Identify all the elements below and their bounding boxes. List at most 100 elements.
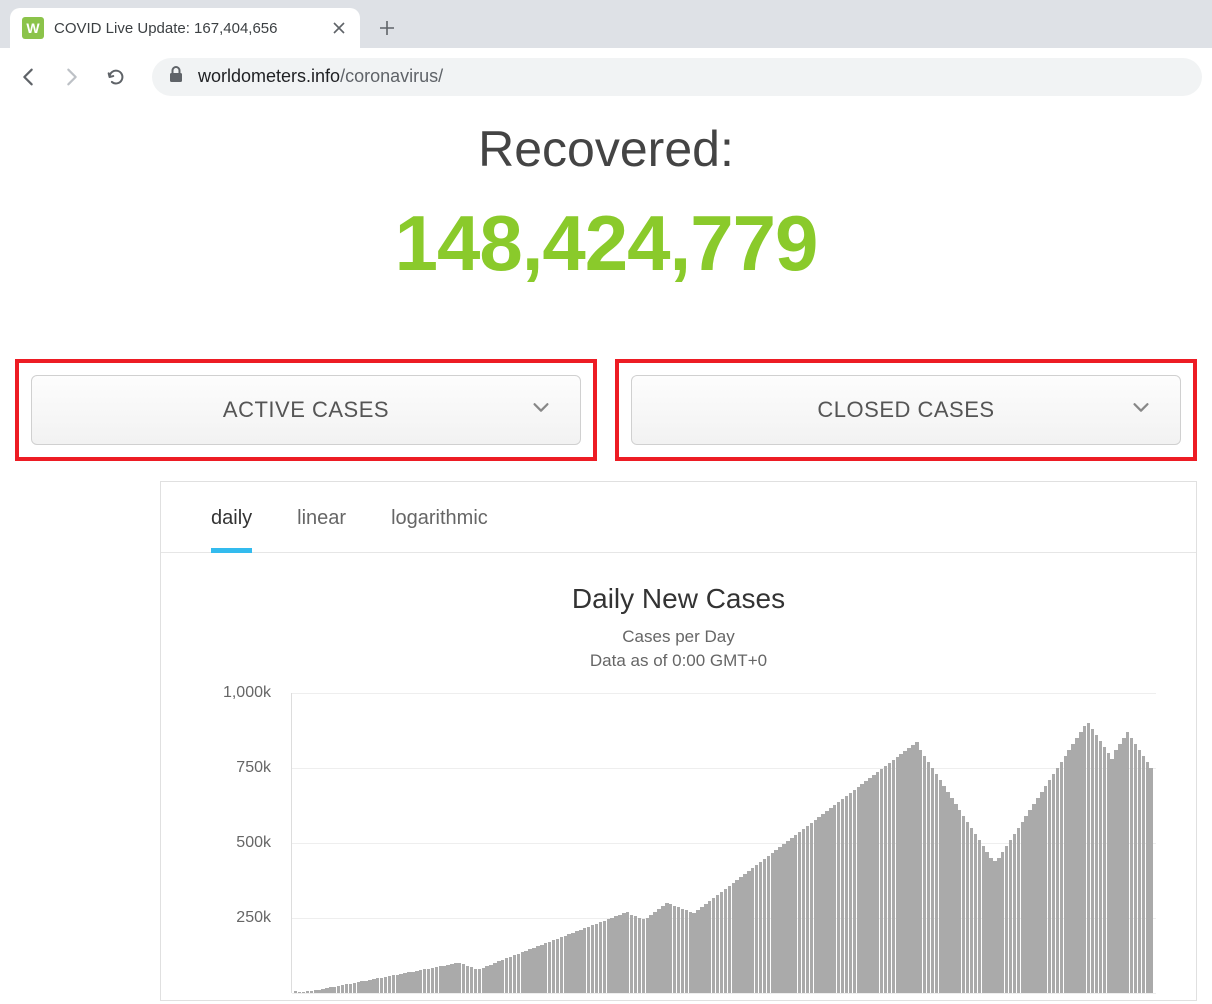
chart-bar	[548, 942, 551, 993]
close-icon[interactable]	[330, 19, 348, 37]
chart-bar	[985, 852, 988, 993]
gridline	[292, 993, 1156, 994]
chart-bar	[345, 984, 348, 992]
chart-bar	[790, 838, 793, 993]
chart-bar	[806, 826, 809, 993]
chart-bar	[1060, 762, 1063, 993]
chart-bar	[1110, 759, 1113, 993]
chart-bar	[478, 969, 481, 992]
chart-bar	[794, 835, 797, 993]
recovered-value: 148,424,779	[0, 198, 1212, 289]
chart-bar	[575, 931, 578, 993]
chart-bar	[396, 975, 399, 993]
chart-bar	[860, 784, 863, 993]
chart-bar	[939, 780, 942, 993]
chart-bar	[294, 991, 297, 993]
chart-bar	[892, 760, 895, 993]
chart-bar	[474, 969, 477, 993]
chart-bar	[638, 918, 641, 993]
tab-daily[interactable]: daily	[211, 507, 252, 553]
highlight-closed-cases: CLOSED CASES	[615, 359, 1197, 461]
chart-bar	[712, 898, 715, 993]
chart-bar	[825, 811, 828, 993]
chart-bar	[993, 861, 996, 993]
active-cases-button[interactable]: ACTIVE CASES	[31, 375, 581, 445]
y-tick-label: 750k	[236, 759, 271, 777]
chart-bar	[1130, 738, 1133, 993]
chart-bar	[1013, 834, 1016, 993]
chart-bar	[1064, 756, 1067, 993]
forward-button[interactable]	[54, 59, 90, 95]
chart-plot[interactable]	[291, 693, 1156, 993]
chart-bar	[610, 918, 613, 993]
browser-toolbar: worldometers.info/coronavirus/	[0, 48, 1212, 105]
chart-bar	[634, 916, 637, 993]
y-tick-label: 250k	[236, 909, 271, 927]
chart-bar	[1122, 738, 1125, 993]
favicon-icon: W	[22, 17, 44, 39]
chart-bar	[392, 975, 395, 992]
chart-bar	[923, 756, 926, 993]
chart-bar	[1052, 774, 1055, 993]
chart-bar	[700, 907, 703, 993]
chart-bar	[868, 778, 871, 993]
chart-bar	[876, 772, 879, 993]
chart-bar	[591, 925, 594, 993]
tab-logarithmic[interactable]: logarithmic	[391, 507, 488, 552]
chart-bar	[724, 889, 727, 993]
back-button[interactable]	[10, 59, 46, 95]
tab-title: COVID Live Update: 167,404,656	[54, 20, 320, 37]
chart-bar	[532, 948, 535, 993]
chart-bar	[935, 774, 938, 993]
chart-bar	[1146, 762, 1149, 993]
chart-bar	[607, 919, 610, 993]
chart-bar	[907, 748, 910, 993]
chart-bar	[982, 846, 985, 993]
chart-bar	[751, 868, 754, 993]
chart-subtitle-line2: Data as of 0:00 GMT+0	[590, 651, 767, 670]
chart-bar	[782, 844, 785, 993]
chart-bar	[544, 943, 547, 993]
chart-area: 1,000k 750k 500k 250k	[201, 693, 1166, 993]
lock-icon	[168, 65, 184, 88]
chart-bar	[560, 937, 563, 993]
tab-linear[interactable]: linear	[297, 507, 346, 552]
chart-bar	[997, 858, 1000, 993]
chart-bar	[677, 907, 680, 993]
browser-tab[interactable]: W COVID Live Update: 167,404,656	[10, 8, 360, 48]
chart-bar	[567, 934, 570, 993]
new-tab-button[interactable]	[370, 11, 404, 45]
chart-bar	[778, 847, 781, 993]
chart-bar	[829, 808, 832, 993]
chart-bar	[482, 968, 485, 993]
chart-bar	[470, 967, 473, 993]
chart-bar	[978, 840, 981, 993]
chart-bar	[1149, 768, 1152, 993]
reload-button[interactable]	[98, 59, 134, 95]
chart-bar	[1040, 792, 1043, 993]
chart-bar	[1056, 768, 1059, 993]
chart-bar	[1138, 750, 1141, 993]
chart-bar	[403, 973, 406, 993]
chart-bar	[888, 763, 891, 993]
closed-cases-button[interactable]: CLOSED CASES	[631, 375, 1181, 445]
chart-bar	[1079, 732, 1082, 993]
chart-bar	[599, 922, 602, 993]
chart-bar	[419, 970, 422, 993]
chart-bar	[353, 983, 356, 993]
chart-bar	[774, 850, 777, 993]
chart-bar	[372, 979, 375, 993]
chart-bar	[513, 955, 516, 993]
url-text: worldometers.info/coronavirus/	[198, 66, 443, 87]
chart-bar	[1017, 828, 1020, 993]
y-tick-label: 500k	[236, 834, 271, 852]
chart-bar	[360, 981, 363, 992]
chart-bar	[931, 768, 934, 993]
chart-bar	[896, 757, 899, 993]
address-bar[interactable]: worldometers.info/coronavirus/	[152, 58, 1202, 96]
chart-bar	[665, 903, 668, 993]
chart-bar	[509, 957, 512, 993]
chart-subtitle: Cases per Day Data as of 0:00 GMT+0	[161, 625, 1196, 673]
chart-bar	[849, 793, 852, 993]
chart-bar	[517, 954, 520, 993]
